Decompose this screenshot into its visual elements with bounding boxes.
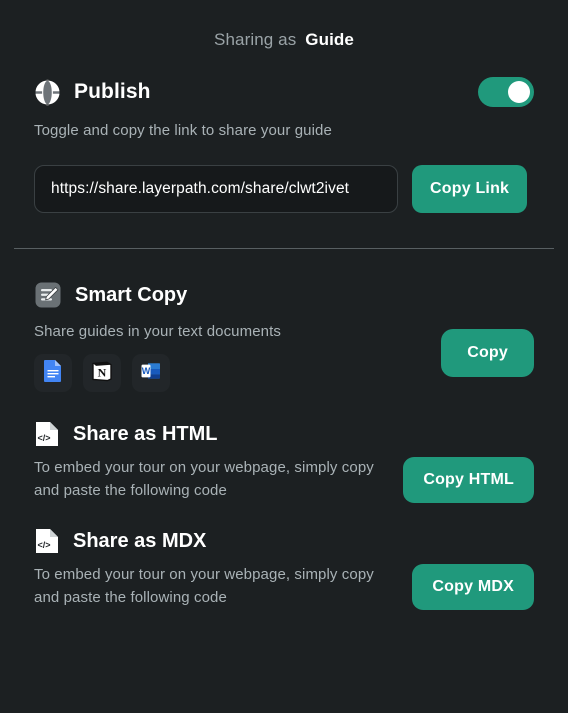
smart-copy-description: Share guides in your text documents <box>34 323 281 340</box>
share-panel: Sharing as Guide Publish Toggle and copy… <box>0 0 568 713</box>
svg-text:</>: </> <box>37 433 50 443</box>
svg-text:N: N <box>98 365 107 379</box>
share-html-description: To embed your tour on your webpage, simp… <box>34 459 374 499</box>
share-html-title-group: </> Share as HTML <box>34 420 534 448</box>
publish-toggle[interactable] <box>478 77 534 107</box>
svg-text:W: W <box>142 366 151 376</box>
sharing-as-label: Sharing as <box>214 30 297 49</box>
copy-link-button[interactable]: Copy Link <box>412 165 528 213</box>
microsoft-word-icon: W <box>140 360 162 387</box>
notion-icon: N <box>91 360 113 387</box>
share-mdx-description: To embed your tour on your webpage, simp… <box>34 566 374 606</box>
smart-copy-left: Share guides in your text documents N W <box>34 323 281 392</box>
smart-copy-title: Smart Copy <box>75 283 188 306</box>
code-file-icon: </> <box>34 420 60 448</box>
smart-copy-body: Share guides in your text documents N W … <box>34 323 534 392</box>
panel-header: Sharing as Guide <box>0 0 568 72</box>
smart-copy-title-group: Smart Copy <box>34 281 534 309</box>
share-html-title: Share as HTML <box>73 422 218 445</box>
share-mdx-section: </> Share as MDX To embed your tour on y… <box>0 527 568 610</box>
app-google-docs-button[interactable] <box>34 354 72 392</box>
share-html-section: </> Share as HTML To embed your tour on … <box>0 420 568 503</box>
publish-section-header: Publish <box>0 72 568 112</box>
smart-copy-section: Smart Copy Share guides in your text doc… <box>0 281 568 392</box>
app-notion-button[interactable]: N <box>83 354 121 392</box>
share-html-body: To embed your tour on your webpage, simp… <box>34 457 534 503</box>
code-file-icon: </> <box>34 527 60 555</box>
share-link-row: Copy Link <box>0 165 568 213</box>
toggle-knob <box>508 81 530 103</box>
share-mode-title: Guide <box>305 30 354 49</box>
app-microsoft-word-button[interactable]: W <box>132 354 170 392</box>
note-edit-icon <box>34 281 62 309</box>
publish-title: Publish <box>74 80 151 103</box>
google-docs-icon <box>43 359 63 388</box>
share-link-input[interactable] <box>34 165 398 213</box>
globe-icon <box>34 79 61 106</box>
smart-copy-button[interactable]: Copy <box>441 329 534 377</box>
smart-copy-app-list: N W <box>34 354 281 392</box>
share-mdx-title: Share as MDX <box>73 529 207 552</box>
share-mdx-body: To embed your tour on your webpage, simp… <box>34 564 534 610</box>
svg-text:</>: </> <box>37 540 50 550</box>
copy-mdx-button[interactable]: Copy MDX <box>412 564 534 610</box>
publish-title-group: Publish <box>34 79 151 106</box>
publish-subtitle: Toggle and copy the link to share your g… <box>34 122 332 139</box>
section-divider <box>14 248 554 249</box>
copy-html-button[interactable]: Copy HTML <box>403 457 534 503</box>
share-mdx-title-group: </> Share as MDX <box>34 527 534 555</box>
